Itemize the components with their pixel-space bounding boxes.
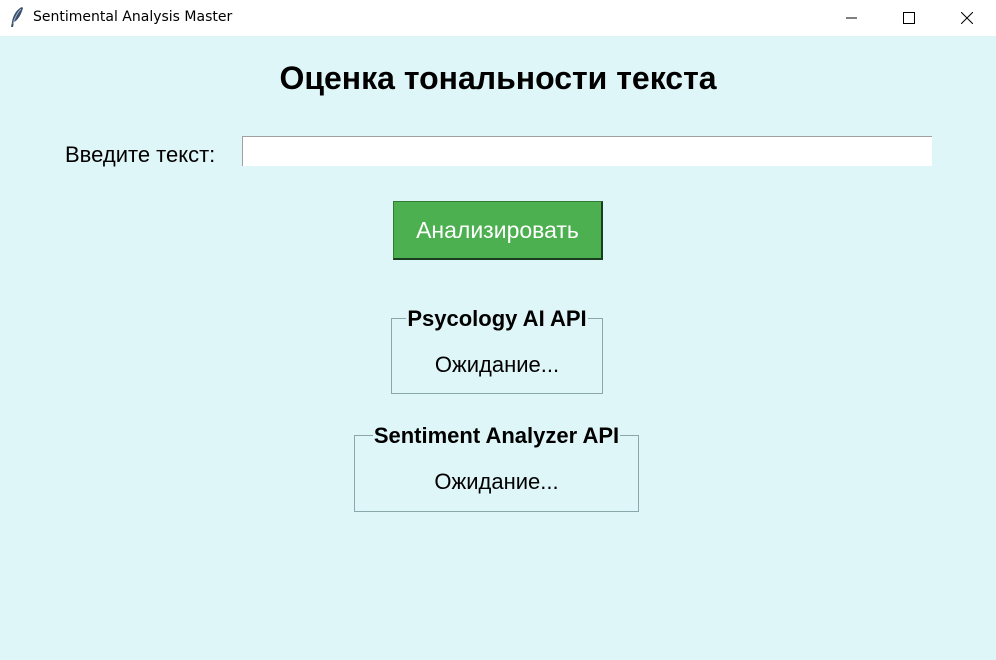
sentiment-analyzer-api-title: Sentiment Analyzer API — [372, 423, 621, 448]
app-window: Sentimental Analysis Master Оценка тонал… — [0, 0, 996, 660]
group-title: Sentiment Analyzer API — [355, 423, 638, 449]
main-content: Оценка тональности текста Введите текст:… — [0, 36, 996, 660]
analyze-button[interactable]: Анализировать — [393, 201, 603, 260]
psycology-ai-api-group: Psycology AI API Ожидание... — [391, 306, 603, 394]
psycology-ai-api-status: Ожидание... — [434, 352, 560, 377]
sentiment-analyzer-api-status: Ожидание... — [434, 469, 559, 494]
title-bar[interactable]: Sentimental Analysis Master — [0, 0, 996, 36]
text-input[interactable] — [242, 136, 932, 166]
text-input-label: Введите текст: — [65, 142, 216, 167]
minimize-button[interactable] — [829, 0, 875, 36]
sentiment-analyzer-api-group: Sentiment Analyzer API Ожидание... — [354, 423, 639, 512]
psycology-ai-api-title: Psycology AI API — [406, 306, 588, 331]
group-title: Psycology AI API — [392, 306, 602, 332]
close-button[interactable] — [944, 0, 990, 36]
maximize-button[interactable] — [886, 0, 932, 36]
feather-icon — [8, 6, 26, 28]
page-title: Оценка тональности текста — [279, 60, 717, 96]
window-title: Sentimental Analysis Master — [33, 9, 233, 25]
